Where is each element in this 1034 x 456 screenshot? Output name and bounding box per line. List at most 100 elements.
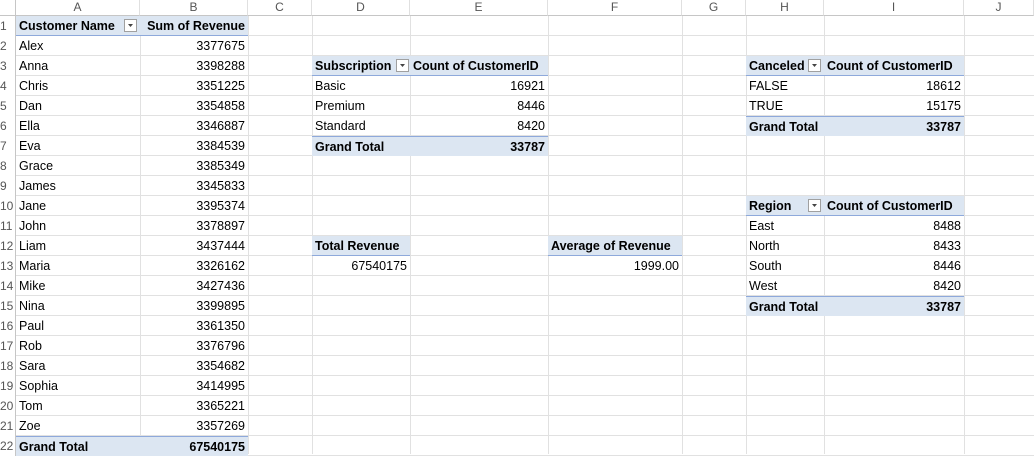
grand-total-value[interactable]: 33787 bbox=[824, 116, 964, 136]
pivot-row-label[interactable]: Nina bbox=[16, 296, 140, 316]
pivot-row-value[interactable]: 3414995 bbox=[140, 376, 248, 396]
pivot-row-value[interactable]: 3345833 bbox=[140, 176, 248, 196]
pivot-row-value[interactable]: 3399895 bbox=[140, 296, 248, 316]
pivot-row-label[interactable]: Dan bbox=[16, 96, 140, 116]
pivot-row-label[interactable]: Paul bbox=[16, 316, 140, 336]
row-header[interactable]: 18 bbox=[0, 356, 16, 376]
pivot-header-sum-of-revenue[interactable]: Sum of Revenue bbox=[140, 16, 248, 36]
pivot-row-value[interactable]: 3437444 bbox=[140, 236, 248, 256]
pivot-row-value[interactable]: 3376796 bbox=[140, 336, 248, 356]
pivot-row-label[interactable]: North bbox=[746, 236, 824, 256]
pivot-row-label[interactable]: Zoe bbox=[16, 416, 140, 436]
row-header[interactable]: 20 bbox=[0, 396, 16, 416]
column-header-b[interactable]: B bbox=[140, 0, 248, 16]
total-revenue-value[interactable]: 67540175 bbox=[312, 256, 410, 276]
pivot-row-label[interactable]: East bbox=[746, 216, 824, 236]
row-header[interactable]: 19 bbox=[0, 376, 16, 396]
pivot-row-value[interactable]: 16921 bbox=[410, 76, 548, 96]
row-header[interactable]: 22 bbox=[0, 436, 16, 456]
row-header[interactable]: 9 bbox=[0, 176, 16, 196]
pivot-row-label[interactable]: Sara bbox=[16, 356, 140, 376]
grand-total-label[interactable]: Grand Total bbox=[746, 296, 824, 316]
pivot-row-value[interactable]: 3384539 bbox=[140, 136, 248, 156]
pivot-row-value[interactable]: 3351225 bbox=[140, 76, 248, 96]
grand-total-label[interactable]: Grand Total bbox=[312, 136, 410, 156]
pivot-row-label[interactable]: Jane bbox=[16, 196, 140, 216]
pivot-row-value[interactable]: 8446 bbox=[824, 256, 964, 276]
column-header-c[interactable]: C bbox=[248, 0, 312, 16]
pivot-row-value[interactable]: 3326162 bbox=[140, 256, 248, 276]
pivot-row-value[interactable]: 3395374 bbox=[140, 196, 248, 216]
pivot-row-value[interactable]: 3354682 bbox=[140, 356, 248, 376]
row-header[interactable]: 11 bbox=[0, 216, 16, 236]
pivot-header-count-customerid[interactable]: Count of CustomerID bbox=[824, 196, 964, 216]
pivot-row-label[interactable]: Basic bbox=[312, 76, 410, 96]
grand-total-label[interactable]: Grand Total bbox=[16, 436, 140, 456]
row-header[interactable]: 4 bbox=[0, 76, 16, 96]
row-header[interactable]: 14 bbox=[0, 276, 16, 296]
row-header[interactable]: 2 bbox=[0, 36, 16, 56]
pivot-row-value[interactable]: 3398288 bbox=[140, 56, 248, 76]
column-header-j[interactable]: J bbox=[964, 0, 1034, 16]
pivot-row-label[interactable]: Liam bbox=[16, 236, 140, 256]
pivot-row-label[interactable]: Premium bbox=[312, 96, 410, 116]
pivot-row-label[interactable]: FALSE bbox=[746, 76, 824, 96]
pivot-row-value[interactable]: 8420 bbox=[410, 116, 548, 136]
pivot-row-label[interactable]: Standard bbox=[312, 116, 410, 136]
grand-total-value[interactable]: 33787 bbox=[824, 296, 964, 316]
pivot-row-label[interactable]: Sophia bbox=[16, 376, 140, 396]
pivot-row-label[interactable]: Maria bbox=[16, 256, 140, 276]
row-header[interactable]: 8 bbox=[0, 156, 16, 176]
pivot-header-count-customerid[interactable]: Count of CustomerID bbox=[410, 56, 548, 76]
pivot-row-label[interactable]: John bbox=[16, 216, 140, 236]
row-header[interactable]: 21 bbox=[0, 416, 16, 436]
filter-dropdown-icon[interactable] bbox=[808, 199, 821, 212]
pivot-row-label[interactable]: Anna bbox=[16, 56, 140, 76]
row-header[interactable]: 12 bbox=[0, 236, 16, 256]
row-header[interactable]: 3 bbox=[0, 56, 16, 76]
pivot-row-label[interactable]: Tom bbox=[16, 396, 140, 416]
column-header-e[interactable]: E bbox=[410, 0, 548, 16]
column-header-i[interactable]: I bbox=[824, 0, 964, 16]
pivot-row-label[interactable]: Chris bbox=[16, 76, 140, 96]
pivot-row-value[interactable]: 8433 bbox=[824, 236, 964, 256]
row-header[interactable]: 16 bbox=[0, 316, 16, 336]
column-header-d[interactable]: D bbox=[312, 0, 410, 16]
pivot-row-label[interactable]: TRUE bbox=[746, 96, 824, 116]
column-header-f[interactable]: F bbox=[548, 0, 682, 16]
pivot-row-value[interactable]: 3361350 bbox=[140, 316, 248, 336]
filter-dropdown-icon[interactable] bbox=[396, 59, 409, 72]
pivot-row-label[interactable]: James bbox=[16, 176, 140, 196]
grand-total-value[interactable]: 33787 bbox=[410, 136, 548, 156]
pivot-header-count-customerid[interactable]: Count of CustomerID bbox=[824, 56, 964, 76]
pivot-row-value[interactable]: 18612 bbox=[824, 76, 964, 96]
pivot-row-value[interactable]: 3385349 bbox=[140, 156, 248, 176]
pivot-row-value[interactable]: 3378897 bbox=[140, 216, 248, 236]
pivot-row-label[interactable]: Alex bbox=[16, 36, 140, 56]
column-header-h[interactable]: H bbox=[746, 0, 824, 16]
average-revenue-value[interactable]: 1999.00 bbox=[548, 256, 682, 276]
pivot-header-average-revenue[interactable]: Average of Revenue bbox=[548, 236, 682, 256]
row-header[interactable]: 10 bbox=[0, 196, 16, 216]
row-header[interactable]: 17 bbox=[0, 336, 16, 356]
column-header-a[interactable]: A bbox=[16, 0, 140, 16]
pivot-row-value[interactable]: 8446 bbox=[410, 96, 548, 116]
pivot-row-label[interactable]: Mike bbox=[16, 276, 140, 296]
pivot-row-value[interactable]: 3346887 bbox=[140, 116, 248, 136]
pivot-row-value[interactable]: 3354858 bbox=[140, 96, 248, 116]
filter-dropdown-icon[interactable] bbox=[808, 59, 821, 72]
pivot-row-label[interactable]: Grace bbox=[16, 156, 140, 176]
pivot-row-label[interactable]: Rob bbox=[16, 336, 140, 356]
pivot-header-customer-name[interactable]: Customer Name bbox=[16, 16, 140, 36]
pivot-row-value[interactable]: 15175 bbox=[824, 96, 964, 116]
column-header-g[interactable]: G bbox=[682, 0, 746, 16]
pivot-row-value[interactable]: 8488 bbox=[824, 216, 964, 236]
row-header[interactable]: 1 bbox=[0, 16, 16, 36]
pivot-row-value[interactable]: 3365221 bbox=[140, 396, 248, 416]
pivot-row-value[interactable]: 3377675 bbox=[140, 36, 248, 56]
pivot-row-label[interactable]: South bbox=[746, 256, 824, 276]
pivot-row-label[interactable]: West bbox=[746, 276, 824, 296]
row-header[interactable]: 5 bbox=[0, 96, 16, 116]
row-header[interactable]: 13 bbox=[0, 256, 16, 276]
pivot-row-value[interactable]: 3427436 bbox=[140, 276, 248, 296]
